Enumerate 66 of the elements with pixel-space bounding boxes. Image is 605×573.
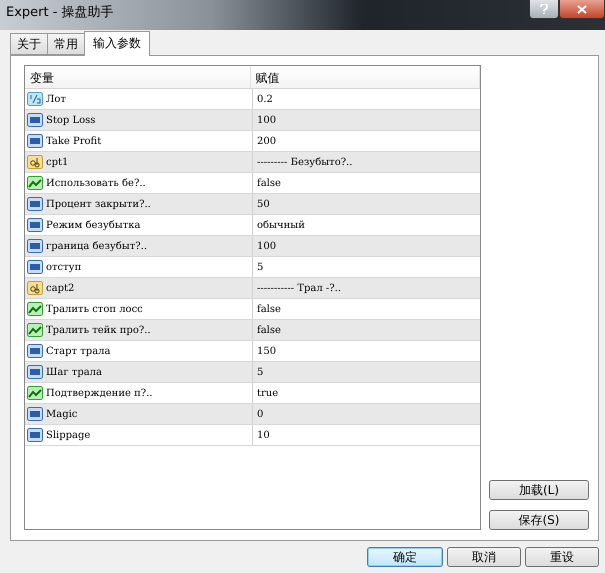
parameter-value[interactable]: обычный: [253, 215, 480, 235]
dialog-button[interactable]: 重设: [525, 547, 599, 567]
number-icon: [27, 344, 43, 358]
graph-icon: [27, 323, 43, 337]
parameter-value[interactable]: --------- Безубыто?..: [253, 152, 480, 172]
number-icon: [27, 113, 43, 127]
parameter-name: Шаг трала: [46, 366, 102, 378]
number-icon: [27, 260, 43, 274]
graph-icon: [27, 302, 43, 316]
parameter-value[interactable]: 5: [253, 362, 480, 382]
load-button[interactable]: 加载(L): [489, 480, 589, 500]
graph-icon: [27, 176, 43, 190]
help-button[interactable]: [529, 0, 559, 19]
parameter-name: Тралить тейк про?..: [46, 324, 151, 336]
parameter-value[interactable]: 100: [253, 236, 480, 256]
parameter-value[interactable]: 100: [253, 110, 480, 130]
help-icon: [540, 4, 548, 14]
number-icon: [27, 407, 43, 421]
save-button[interactable]: 保存(S): [489, 510, 589, 530]
number-icon: [27, 239, 43, 253]
fraction-icon: [27, 92, 43, 106]
parameter-name: Take Profit: [46, 136, 102, 146]
parameter-name: Подтверждение п?..: [46, 388, 152, 398]
dialog-button[interactable]: 确定: [367, 547, 443, 567]
text-icon: [27, 155, 43, 169]
number-icon: [27, 134, 43, 148]
parameter-value[interactable]: ----------- Трал -?..: [253, 278, 480, 298]
column-header[interactable]: 变量: [25, 66, 251, 88]
tab[interactable]: 输入参数: [84, 31, 150, 56]
parameter-name: граница безубыт?..: [46, 240, 148, 252]
parameter-value[interactable]: false: [253, 173, 480, 193]
parameter-name: capt2: [46, 282, 74, 294]
parameter-value[interactable]: 0: [253, 404, 480, 424]
number-icon: [27, 218, 43, 232]
parameter-value[interactable]: 50: [253, 194, 480, 214]
parameter-name: Режим безубытка: [46, 220, 140, 230]
tab[interactable]: 关于: [10, 33, 48, 55]
parameter-name: Тралить стоп лосс: [46, 304, 143, 314]
graph-icon: [27, 386, 43, 400]
close-icon: [577, 4, 587, 14]
number-icon: [27, 365, 43, 379]
parameter-name: Использовать бе?..: [46, 178, 146, 188]
tab[interactable]: 常用: [47, 33, 85, 55]
parameter-value[interactable]: false: [253, 299, 480, 319]
number-icon: [27, 428, 43, 442]
text-icon: [27, 281, 43, 295]
parameter-value[interactable]: 200: [253, 131, 480, 151]
parameter-name: Magic: [46, 408, 78, 420]
column-header[interactable]: 赋值: [250, 66, 480, 88]
parameter-value[interactable]: 5: [253, 257, 480, 277]
parameter-name: cpt1: [46, 156, 68, 168]
number-icon: [27, 197, 43, 211]
parameter-name: Процент закрыти?..: [46, 198, 151, 210]
parameter-value[interactable]: 150: [253, 341, 480, 361]
parameter-name: Slippage: [46, 430, 90, 440]
parameter-name: Лот: [46, 94, 66, 104]
window-title: Expert - 操盘助手: [5, 4, 114, 21]
parameter-value[interactable]: 10: [253, 425, 480, 445]
parameter-value[interactable]: false: [253, 320, 480, 340]
close-button[interactable]: [559, 0, 605, 19]
parameter-value[interactable]: true: [253, 383, 480, 403]
parameter-name: Stop Loss: [46, 114, 96, 126]
parameter-name: отступ: [46, 262, 82, 272]
dialog-button[interactable]: 取消: [447, 547, 521, 567]
parameter-value[interactable]: 0.2: [253, 89, 480, 109]
parameter-name: Старт трала: [46, 346, 110, 356]
